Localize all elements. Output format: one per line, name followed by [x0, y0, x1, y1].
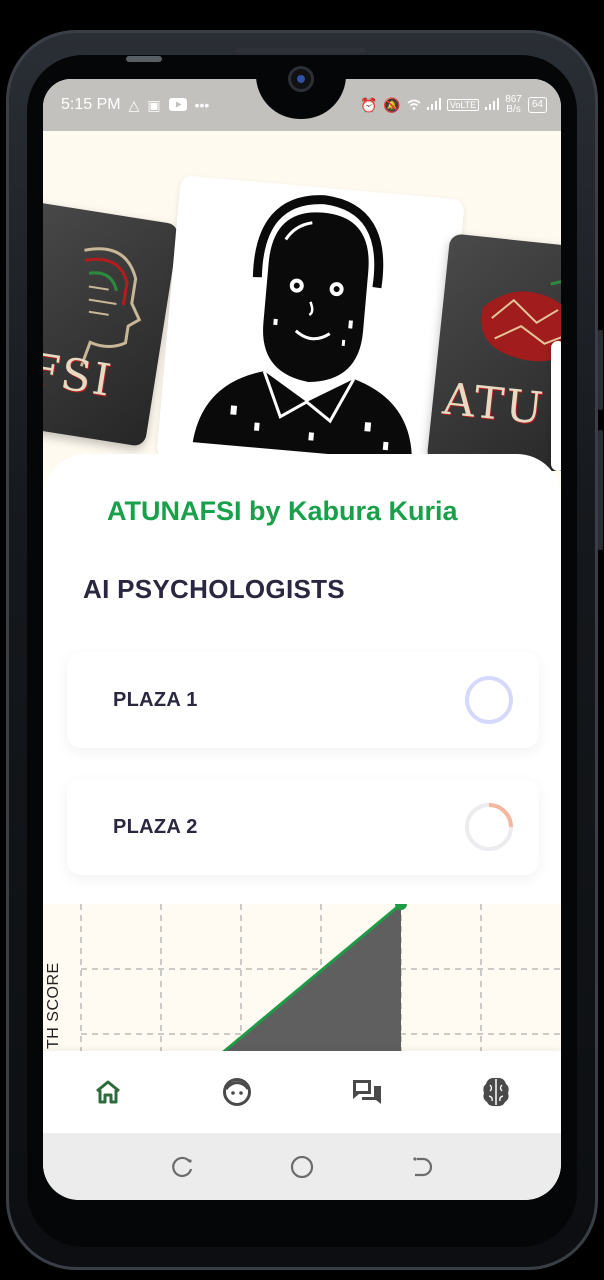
power-button [598, 430, 603, 550]
progress-ring [465, 803, 513, 851]
youtube-icon [168, 97, 187, 113]
home-icon [95, 1080, 120, 1104]
face-icon [223, 1078, 252, 1106]
carousel-card-center[interactable] [156, 175, 465, 471]
front-camera [288, 66, 314, 92]
back-button[interactable] [401, 1147, 441, 1187]
nav-psychologist[interactable] [207, 1062, 267, 1122]
recent-apps-icon [171, 1156, 192, 1177]
warning-icon: △ [128, 97, 140, 113]
more-icon: ••• [194, 97, 210, 113]
app-title: ATUNAFSI by Kabura Kuria [107, 496, 458, 526]
parking-icon: ▣ [147, 97, 161, 113]
health-score-chart: TH SCORE [43, 904, 561, 1054]
chart-plot [80, 904, 561, 1054]
status-time: 5:15 PM [61, 96, 121, 113]
brain-logo [481, 275, 561, 362]
nav-home[interactable] [78, 1062, 138, 1122]
plaza-label: PLAZA 1 [113, 688, 198, 711]
alarm-icon: ⏰ [359, 97, 378, 113]
battery-indicator: 64 [527, 97, 547, 113]
volte-badge: VoLTE [446, 99, 480, 111]
plaza-card-1[interactable]: PLAZA 1 [67, 652, 539, 748]
volume-button [598, 330, 603, 410]
screen: 5:15 PM △ ▣ ••• ⏰ 🔕 VoLTE 867 B/s 64 AFS… [43, 79, 561, 1200]
carousel-card-right[interactable]: ATU [426, 233, 561, 471]
chat-icon [352, 1080, 381, 1104]
nav-brain[interactable] [466, 1062, 526, 1122]
circuit-head-logo [79, 247, 142, 367]
carousel-card-left[interactable]: AFSI [43, 199, 180, 448]
robot-psychologist-illustration [192, 195, 412, 462]
carousel-next-card[interactable] [551, 341, 561, 471]
home-circle-icon [290, 1155, 314, 1178]
earpiece [236, 48, 366, 53]
wifi-icon [407, 98, 421, 112]
back-icon [413, 1156, 433, 1176]
bottom-nav [43, 1051, 561, 1133]
brain-icon [483, 1077, 509, 1107]
right-card-text: ATU [440, 373, 548, 435]
system-nav-bar [43, 1133, 561, 1200]
y-axis-label: TH SCORE [45, 962, 62, 1049]
signal-icon [426, 98, 441, 112]
net-speed-unit: B/s [506, 104, 521, 115]
recent-apps-button[interactable] [163, 1147, 203, 1187]
plaza-label: PLAZA 2 [113, 815, 198, 838]
nav-chat[interactable] [337, 1062, 397, 1122]
image-carousel[interactable]: AFSI ATU [43, 131, 561, 471]
mute-icon: 🔕 [383, 97, 401, 113]
section-title: AI PSYCHOLOGISTS [83, 574, 345, 604]
sensor [126, 56, 162, 62]
plaza-card-2[interactable]: PLAZA 2 [67, 779, 539, 875]
signal-icon [485, 98, 500, 112]
home-system-button[interactable] [282, 1147, 322, 1187]
progress-ring [465, 676, 513, 724]
